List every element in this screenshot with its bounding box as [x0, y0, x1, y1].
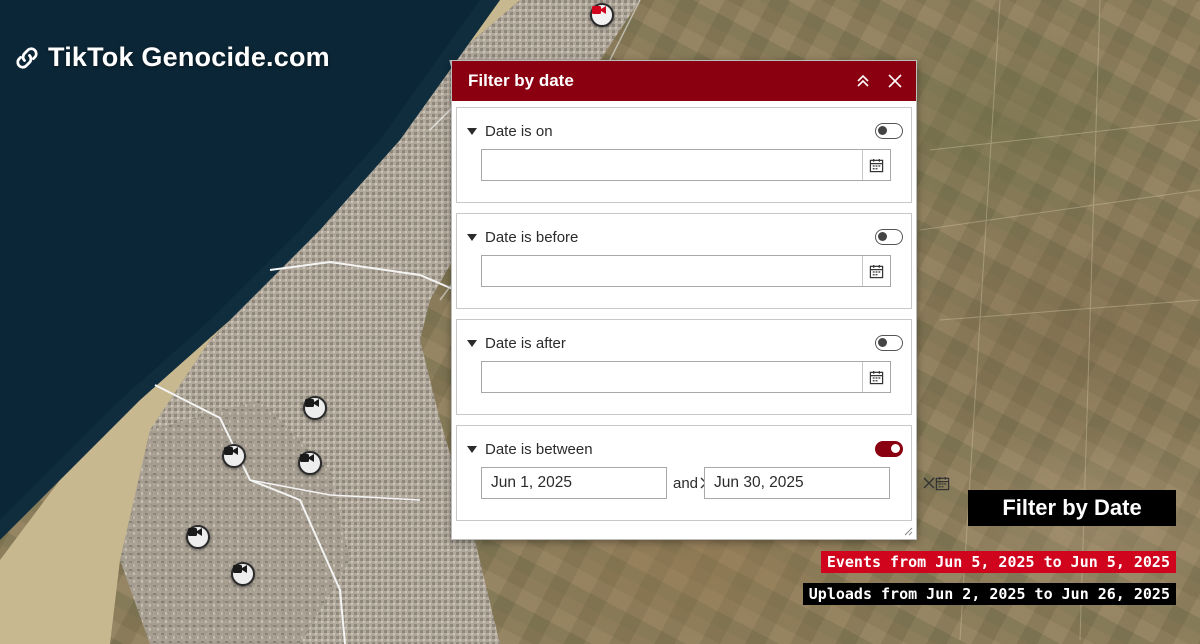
close-icon	[888, 74, 902, 88]
header-actions	[854, 72, 904, 90]
video-marker[interactable]	[186, 525, 210, 549]
caret-down-icon	[467, 339, 477, 347]
calendar-button[interactable]	[862, 150, 890, 180]
video-marker-red[interactable]	[590, 3, 614, 27]
section-head: Date is between	[465, 438, 903, 460]
video-camera-icon	[233, 565, 247, 573]
date-after-input	[481, 361, 891, 393]
panel-body: Date is on Date is before Date is after …	[452, 101, 950, 521]
close-button[interactable]	[886, 72, 904, 90]
section-head: Date is before	[465, 226, 903, 248]
date-row	[481, 361, 903, 393]
calendar-icon	[935, 476, 950, 490]
section-label: Date is after	[485, 334, 566, 352]
video-camera-icon	[592, 6, 606, 14]
toggle-date-before[interactable]	[875, 229, 903, 245]
toggle-knob	[878, 126, 887, 135]
uploads-range-label: Uploads from Jun 2, 2025 to Jun 26, 2025	[802, 583, 1176, 605]
toggle-date-on[interactable]	[875, 123, 903, 139]
brand-text: TikTok Genocide.com	[48, 42, 330, 72]
section-date-after: Date is after	[456, 319, 912, 415]
calendar-button[interactable]	[862, 362, 890, 392]
panel-header: Filter by date	[452, 61, 916, 101]
date-before-field[interactable]	[482, 256, 862, 286]
clear-end-button[interactable]	[923, 468, 935, 498]
section-head: Date is on	[465, 120, 903, 142]
video-marker[interactable]	[231, 562, 255, 586]
clear-icon	[923, 477, 935, 489]
section-date-on: Date is on	[456, 107, 912, 203]
section-date-between: Date is between and	[456, 425, 950, 521]
date-row: and	[481, 467, 950, 499]
date-row	[481, 149, 903, 181]
section-label: Date is on	[485, 122, 553, 140]
video-camera-icon	[300, 454, 314, 462]
video-marker[interactable]	[303, 396, 327, 420]
date-on-input	[481, 149, 891, 181]
toggle-knob	[878, 338, 887, 347]
section-label: Date is before	[485, 228, 579, 246]
toggle-date-after[interactable]	[875, 335, 903, 351]
video-camera-icon	[188, 528, 202, 536]
section-toggle-expand[interactable]: Date is before	[465, 229, 578, 246]
events-range-label: Events from Jun 5, 2025 to Jun 5, 2025	[820, 551, 1176, 573]
section-toggle-expand[interactable]: Date is between	[465, 441, 593, 458]
caret-down-icon	[467, 445, 477, 453]
toggle-date-between[interactable]	[875, 441, 903, 457]
brand[interactable]: TikTok Genocide.com	[12, 42, 330, 73]
section-date-before: Date is before	[456, 213, 912, 309]
start-date-input	[481, 467, 727, 499]
and-connector: and	[673, 474, 699, 492]
date-after-field[interactable]	[482, 362, 862, 392]
start-date-field[interactable]	[482, 468, 700, 498]
video-marker[interactable]	[222, 444, 246, 468]
caret-down-icon	[467, 233, 477, 241]
calendar-icon	[869, 158, 884, 172]
video-marker[interactable]	[298, 451, 322, 475]
section-toggle-expand[interactable]: Date is after	[465, 335, 566, 352]
date-before-input	[481, 255, 891, 287]
calendar-button[interactable]	[862, 256, 890, 286]
video-camera-icon	[305, 399, 319, 407]
end-date-field[interactable]	[705, 468, 924, 498]
filter-panel: Filter by date Date is on Date is before…	[451, 60, 950, 540]
panel-title: Filter by date	[468, 71, 574, 90]
toggle-knob	[891, 444, 900, 453]
section-toggle-expand[interactable]: Date is on	[465, 123, 553, 140]
section-label: Date is between	[485, 440, 593, 458]
date-on-field[interactable]	[482, 150, 862, 180]
collapse-button[interactable]	[854, 72, 872, 90]
resize-grip-icon[interactable]	[903, 526, 913, 536]
toggle-knob	[878, 232, 887, 241]
calendar-icon	[869, 370, 884, 384]
calendar-icon	[869, 264, 884, 278]
chevron-double-up-icon	[857, 74, 869, 87]
caret-down-icon	[467, 127, 477, 135]
filter-by-date-heading: Filter by Date	[968, 490, 1176, 526]
link-icon	[16, 46, 38, 69]
section-head: Date is after	[465, 332, 903, 354]
end-date-input	[704, 467, 950, 499]
date-row	[481, 255, 903, 287]
video-camera-icon	[224, 447, 238, 455]
calendar-button[interactable]	[935, 468, 950, 498]
